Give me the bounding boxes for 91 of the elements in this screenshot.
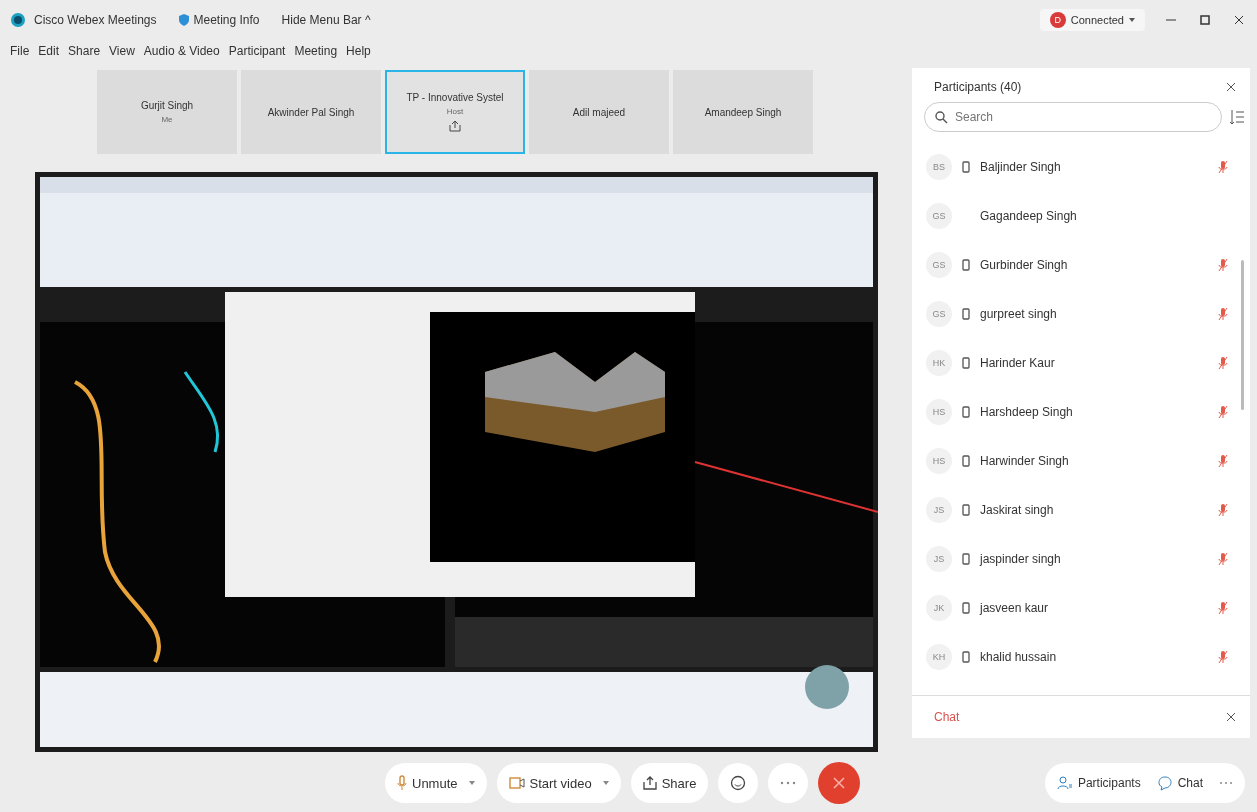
muted-mic-icon[interactable] [1218, 159, 1228, 174]
close-icon [1226, 712, 1236, 722]
participant-name[interactable]: Harinder Kaur [980, 355, 1208, 370]
tile-name: Gurjit Singh [140, 100, 194, 111]
avatar-initials: JS [926, 545, 952, 572]
participant-name[interactable]: Harwinder Singh [980, 453, 1208, 468]
muted-mic-icon[interactable] [1218, 649, 1228, 664]
chat-title[interactable]: Chat [934, 710, 960, 724]
share-icon [449, 120, 461, 132]
menu-item[interactable]: Edit [38, 44, 60, 58]
tile-name: Akwinder Pal Singh [267, 106, 355, 118]
app-title: Cisco Webex Meetings [34, 13, 157, 27]
search-icon [935, 111, 948, 124]
chat-panel-button[interactable]: Chat [1156, 775, 1203, 791]
caret-icon [1129, 18, 1135, 22]
chat-bubble-icon [1156, 775, 1173, 791]
menu-item[interactable]: Audio & Video [143, 44, 220, 58]
hide-menu-bar-button[interactable]: Hide Menu Bar ^ [281, 13, 371, 27]
mic-button[interactable]: Unmute [385, 763, 487, 803]
avatar-initials: HS [926, 398, 952, 425]
muted-mic-icon[interactable] [1218, 306, 1228, 321]
close-icon [832, 776, 847, 790]
muted-mic-icon[interactable] [1218, 404, 1228, 419]
more-icon [1219, 781, 1233, 785]
caret-icon [468, 781, 475, 785]
participant-name[interactable]: jaspinder singh [980, 551, 1208, 566]
tile-name: Amandeep Singh [704, 106, 782, 118]
muted-mic-icon[interactable] [1218, 355, 1228, 370]
muted-mic-icon[interactable] [1218, 257, 1228, 272]
muted-mic-icon[interactable] [1218, 453, 1228, 468]
microphone-icon [397, 775, 407, 791]
participant-tile[interactable]: Adil majeed [529, 70, 669, 154]
muted-mic-icon[interactable] [1218, 551, 1228, 566]
participant-name[interactable]: Jaskirat singh [980, 502, 1208, 517]
tile-name: Adil majeed [572, 106, 626, 118]
muted-mic-icon[interactable] [1218, 600, 1228, 615]
participant-name[interactable]: Gagandeep Singh [980, 208, 1228, 223]
video-button[interactable]: Start video [496, 763, 621, 803]
smiley-icon [730, 775, 747, 791]
participants-panel-button[interactable]: Participants [1056, 775, 1141, 791]
close-chat-button[interactable] [1226, 712, 1236, 722]
participant-name[interactable]: Baljinder Singh [980, 159, 1208, 174]
search-field[interactable]: Search [924, 102, 1222, 132]
participant-tile[interactable]: TP - Innovative Systel Host [385, 70, 525, 154]
menu-item[interactable]: View [109, 44, 135, 58]
connection-status-button[interactable]: D Connected [1039, 9, 1145, 31]
muted-mic-icon[interactable] [1218, 502, 1228, 517]
meeting-info-button[interactable]: Meeting Info [178, 13, 260, 27]
shield-icon [178, 14, 189, 26]
avatar-initials: JK [926, 594, 952, 621]
sort-list-icon[interactable] [1230, 109, 1244, 125]
participant-name[interactable]: gurpreet singh [980, 306, 1208, 321]
more-icon [780, 781, 797, 785]
menu-item[interactable]: Share [68, 44, 101, 58]
avatar-initials: KH [926, 643, 952, 670]
close-icon [1233, 14, 1245, 26]
close-icon [1226, 82, 1236, 92]
more-button[interactable] [1219, 781, 1233, 785]
participant-name[interactable]: Harshdeep Singh [980, 404, 1208, 419]
menu-item[interactable]: File [10, 44, 30, 58]
avatar-initials: JS [926, 496, 952, 523]
participant-name[interactable]: khalid hussain [980, 649, 1208, 664]
participant-tile[interactable]: Amandeep Singh [673, 70, 813, 154]
tile-role: Me [161, 115, 173, 124]
people-icon [1056, 775, 1073, 791]
participant-tile[interactable]: Gurjit Singh Me [97, 70, 237, 154]
avatar-initials: GS [926, 251, 952, 278]
caret-icon [602, 781, 609, 785]
participant-name[interactable]: jasveen kaur [980, 600, 1208, 615]
tile-name: TP - Innovative Systel [406, 92, 504, 103]
leave-button[interactable] [818, 762, 861, 804]
menu-item[interactable]: Help [346, 44, 371, 58]
avatar-initials: HS [926, 447, 952, 474]
reactions-button[interactable] [718, 763, 759, 803]
avatar-initials: HK [926, 349, 952, 376]
participants-title: Participants (40) [934, 80, 1022, 94]
avatar-initials: GS [926, 300, 952, 327]
share-button[interactable]: Share [630, 763, 709, 803]
menu-item[interactable]: Meeting [294, 44, 338, 58]
restore-button[interactable] [1197, 12, 1213, 28]
menu-item[interactable]: Participant [228, 44, 286, 58]
close-panel-button[interactable] [1226, 82, 1236, 92]
webex-logo-icon [10, 12, 26, 28]
participant-name[interactable]: Gurbinder Singh [980, 257, 1208, 272]
share-icon [642, 776, 657, 790]
participant-tile[interactable]: Akwinder Pal Singh [241, 70, 381, 154]
restore-icon [1199, 14, 1211, 26]
avatar-initials: BS [926, 153, 952, 180]
tile-role: Host [446, 107, 464, 116]
camera-icon [508, 776, 525, 790]
avatar-initials: GS [926, 202, 952, 229]
